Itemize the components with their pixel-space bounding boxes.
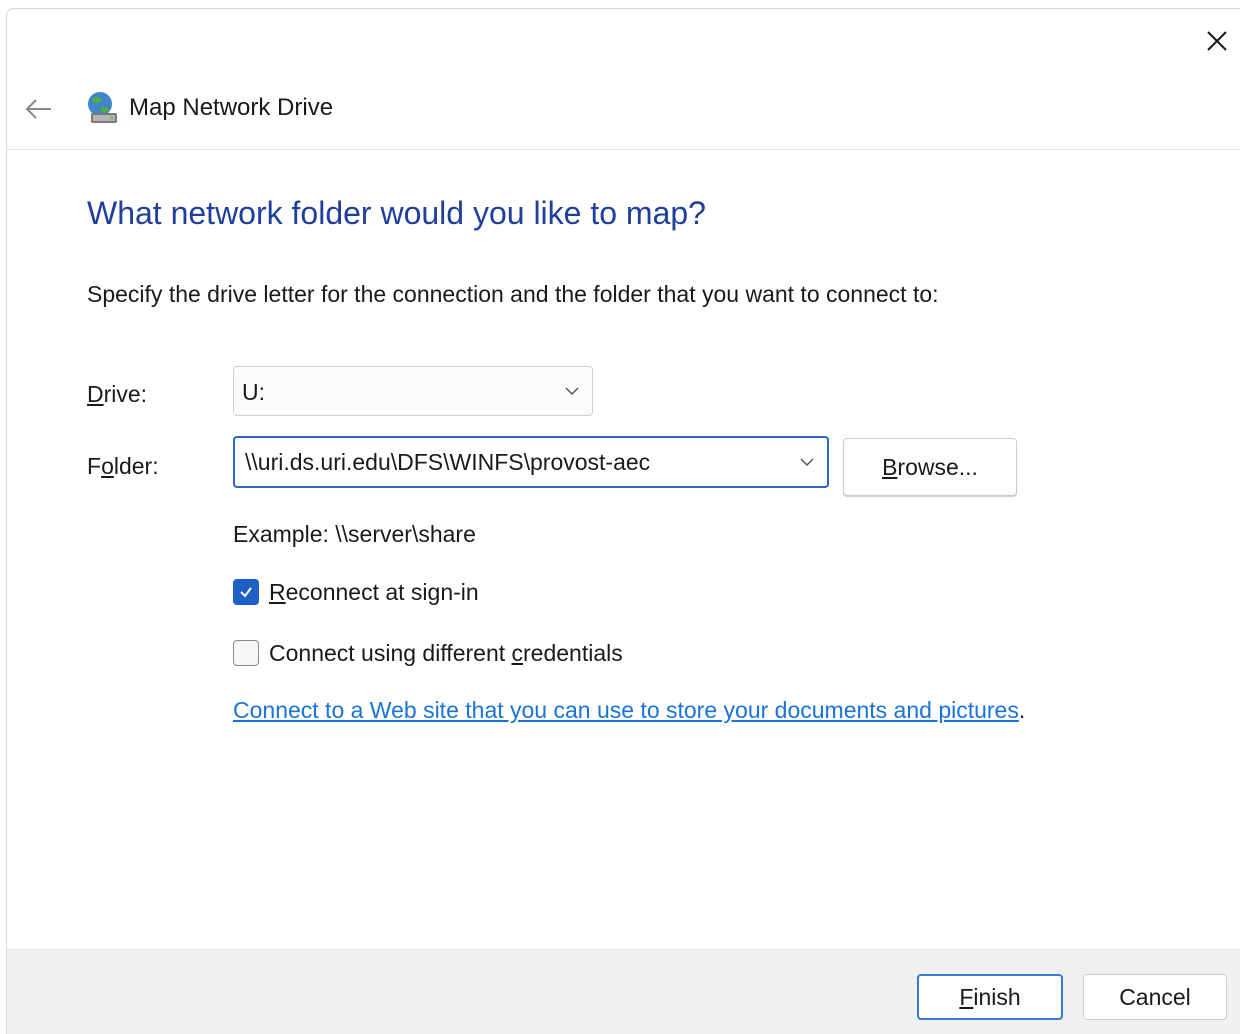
map-network-drive-dialog: Map Network Drive What network folder wo… [6,8,1240,1034]
link-trailing-period: . [1018,697,1026,723]
folder-label: Folder: [87,453,159,480]
folder-example-text: Example: \\server\share [233,521,476,547]
credentials-mnemonic: c [511,639,524,666]
web-site-link-row: Connect to a Web site that you can use t… [233,697,1025,724]
finish-mnemonic: F [959,983,974,1010]
reconnect-option[interactable]: Reconnect at sign-in [233,577,479,607]
browse-label-rest: rowse... [897,453,978,480]
close-button[interactable] [1197,23,1237,59]
reconnect-mnemonic: R [269,578,286,605]
close-icon [1207,31,1227,51]
chevron-down-icon[interactable] [797,452,817,472]
folder-label-mnemonic: o [101,453,114,479]
page-heading: What network folder would you like to ma… [87,195,706,231]
folder-path-value: \\uri.ds.uri.edu\DFS\WINFS\provost-aec [245,449,651,475]
wizard-header: Map Network Drive [7,71,1240,150]
reconnect-checkbox[interactable] [233,579,259,605]
network-drive-icon [88,92,117,123]
instructions-text: Specify the drive letter for the connect… [87,281,939,307]
finish-button[interactable]: Finish [917,974,1063,1020]
web-site-link[interactable]: Connect to a Web site that you can use t… [233,697,1019,723]
cancel-button[interactable]: Cancel [1083,974,1227,1020]
credentials-option[interactable]: Connect using different credentials [233,638,623,668]
finish-label-rest: inish [973,983,1021,1010]
credentials-label-pre: Connect using different [269,639,512,666]
credentials-checkbox[interactable] [233,640,259,666]
drive-label-rest: rive: [103,381,148,407]
folder-path-combobox[interactable]: \\uri.ds.uri.edu\DFS\WINFS\provost-aec [233,436,829,488]
chevron-down-icon [565,387,579,396]
folder-label-rest: lder: [113,453,159,479]
reconnect-label: Reconnect at sign-in [269,579,479,606]
credentials-label: Connect using different credentials [269,640,623,667]
folder-label-pre: F [87,453,102,479]
dialog-footer: Finish Cancel [7,949,1240,1034]
back-button[interactable] [21,91,57,127]
drive-letter-value: U: [242,379,265,405]
reconnect-label-rest: econnect at sign-in [285,578,479,605]
drive-label: Drive: [87,381,147,408]
window-title: Map Network Drive [129,94,334,121]
drive-label-mnemonic: D [87,381,104,407]
browse-mnemonic: B [882,453,898,480]
drive-letter-select[interactable]: U: [233,366,593,416]
credentials-label-rest: redentials [523,639,623,666]
browse-button[interactable]: Browse... [843,438,1017,496]
checkmark-icon [240,587,252,598]
back-arrow-icon [25,99,51,119]
